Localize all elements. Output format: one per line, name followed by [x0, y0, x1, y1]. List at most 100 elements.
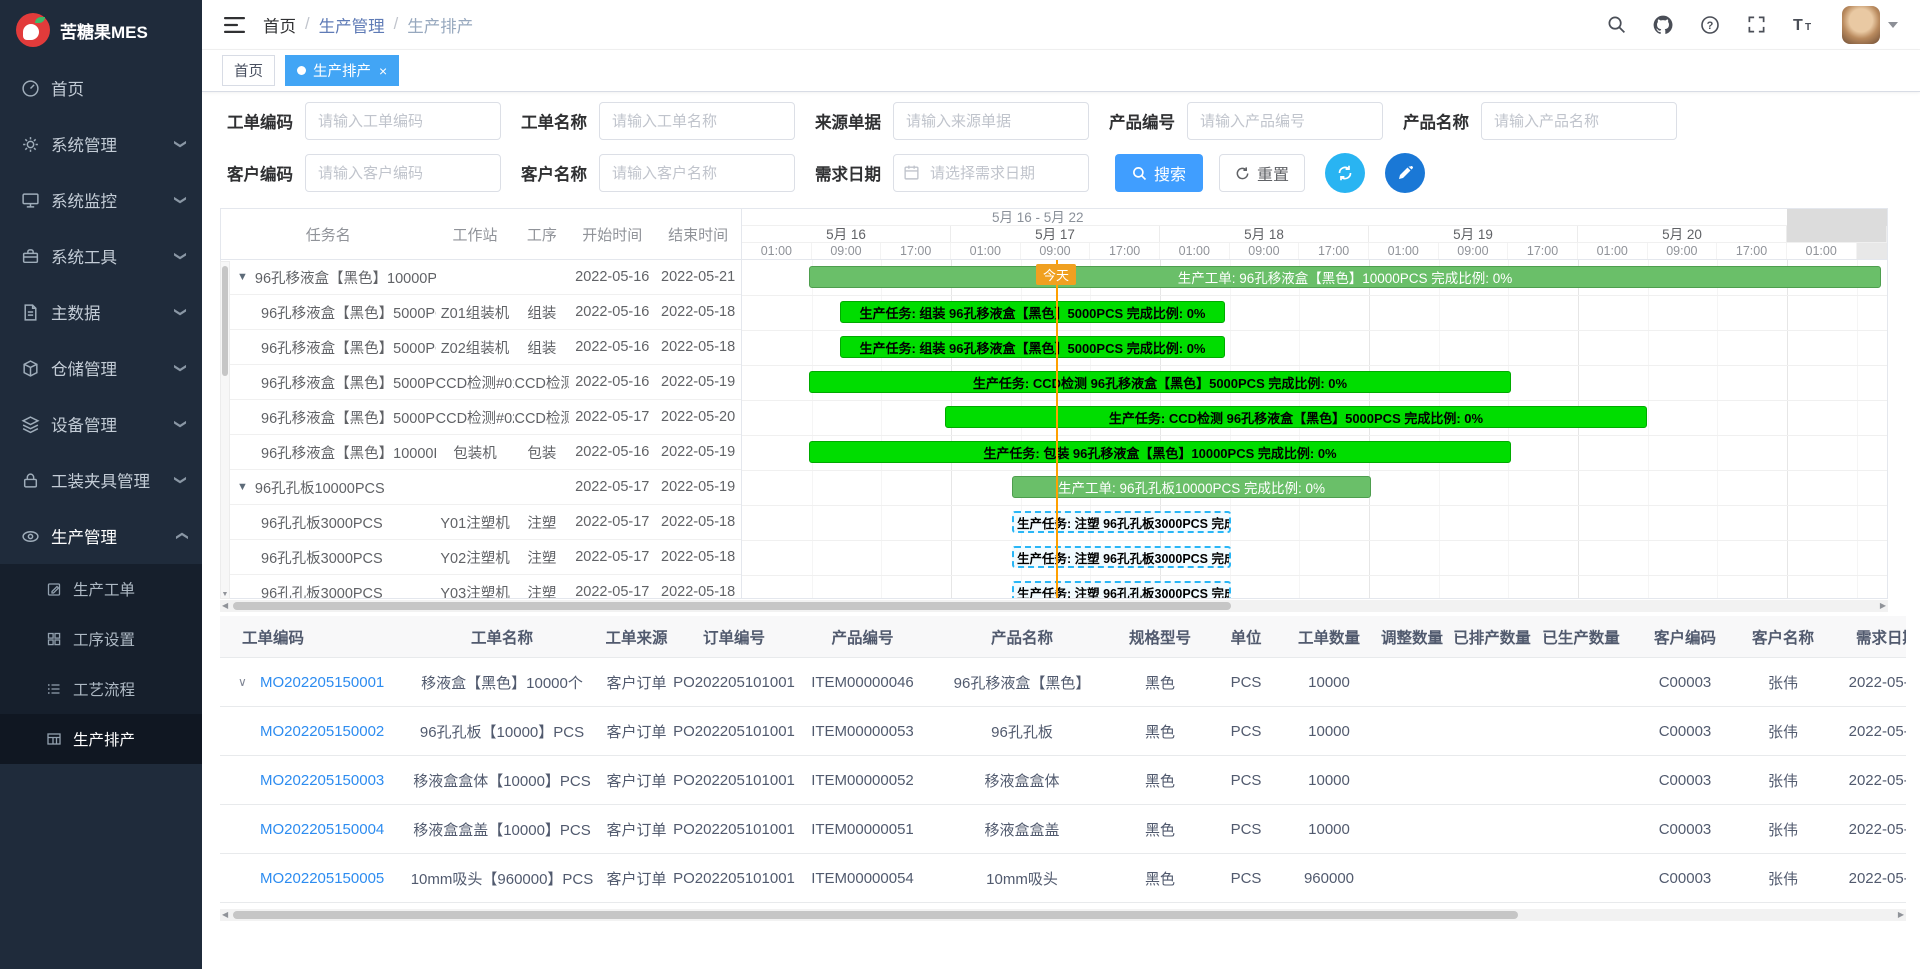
sidebar-item-home[interactable]: 首页	[0, 60, 202, 116]
worktable-cell: 黑色	[1114, 868, 1206, 889]
gantt-bar[interactable]: 生产工单: 96孔移液盒【黑色】10000PCS 完成比例: 0%	[809, 266, 1881, 288]
sidebar-item-system-tools[interactable]: 系统工具 ❯	[0, 228, 202, 284]
sidebar-item-production[interactable]: 生产管理 ❯	[0, 508, 202, 564]
sidebar-toggle-icon[interactable]	[224, 16, 245, 34]
gantt-task-row[interactable]: 96孔移液盒【黑色】5000PCSCCD检测#02CCD检测2022-05-17…	[221, 400, 741, 435]
product-code-input[interactable]	[1187, 102, 1383, 140]
worktable-column-header: 客户编码	[1630, 626, 1740, 648]
work-order-link[interactable]: MO202205150003	[260, 772, 384, 789]
worktable-cell: 黑色	[1114, 672, 1206, 693]
work-order-link[interactable]: MO202205150005	[260, 870, 384, 887]
scroll-right-icon[interactable]: ▶	[1898, 910, 1904, 919]
gantt-bar[interactable]: 生产工单: 96孔孔板10000PCS 完成比例: 0%	[1012, 476, 1371, 498]
submenu-item-process-flow[interactable]: 工艺流程	[0, 664, 202, 714]
work-order-link[interactable]: MO202205150001	[260, 674, 384, 691]
worktable-column-header: 客户名称	[1740, 626, 1826, 648]
scrollbar-thumb[interactable]	[222, 266, 228, 376]
gantt-timeline: 5月 16 - 5月 22 5月 165月 175月 185月 195月 20 …	[742, 209, 1887, 598]
filter-label: 产品名称	[1403, 109, 1469, 133]
reset-button[interactable]: 重置	[1219, 154, 1305, 192]
customer-code-input[interactable]	[305, 154, 501, 192]
worktable-row[interactable]: MO20220515000296孔孔板【10000】PCS客户订单PO20220…	[220, 707, 1906, 756]
scrollbar-thumb[interactable]	[233, 911, 1518, 919]
font-size-icon[interactable]: TT	[1793, 15, 1815, 34]
gantt-left-body: ▼96孔移液盒【黑色】10000PCS2022-05-162022-05-219…	[221, 260, 741, 598]
gantt-range-label: 5月 16 - 5月 22	[742, 209, 1887, 226]
refresh-gantt-button[interactable]	[1325, 153, 1365, 193]
document-icon	[20, 302, 40, 322]
gantt-bar[interactable]: 生产任务: 包装 96孔移液盒【黑色】10000PCS 完成比例: 0%	[809, 441, 1511, 463]
submenu-item-process-settings[interactable]: 工序设置	[0, 614, 202, 664]
gantt-bar[interactable]: 生产任务: 注塑 96孔孔板3000PCS 完成比例: 0%	[1012, 581, 1231, 598]
sidebar-item-warehouse[interactable]: 仓储管理 ❯	[0, 340, 202, 396]
gantt-bar[interactable]: 生产任务: 注塑 96孔孔板3000PCS 完成比例: 0%	[1012, 511, 1231, 533]
gantt-task-row[interactable]: 96孔移液盒【黑色】5000PCSZ02组装机组装2022-05-162022-…	[221, 330, 741, 365]
gantt-tick-label: 09:00	[812, 243, 882, 259]
gantt-tick-label: 01:00	[1160, 243, 1230, 259]
sidebar-item-equipment[interactable]: 设备管理 ❯	[0, 396, 202, 452]
table-horizontal-scrollbar[interactable]: ◀ ▶	[220, 909, 1906, 921]
search-icon[interactable]	[1607, 15, 1626, 34]
fullscreen-icon[interactable]	[1747, 15, 1766, 34]
task-end-time: 2022-05-21	[655, 269, 741, 285]
gantt-bar[interactable]: 生产任务: 组装 96孔移液盒【黑色】5000PCS 完成比例: 0%	[840, 336, 1225, 358]
grid-line	[1369, 260, 1370, 598]
submenu-item-production-scheduling[interactable]: 生产排产	[0, 714, 202, 764]
row-expand-icon[interactable]: ∨	[238, 675, 247, 689]
search-button[interactable]: 搜索	[1115, 154, 1203, 192]
gantt-task-row[interactable]: 96孔移液盒【黑色】10000PCS包装机包装2022-05-162022-05…	[221, 435, 741, 470]
customer-name-input[interactable]	[599, 154, 795, 192]
edit-button[interactable]	[1385, 153, 1425, 193]
sidebar-item-fixture[interactable]: 工装夹具管理 ❯	[0, 452, 202, 508]
scroll-down-icon[interactable]: ▼	[221, 591, 229, 598]
sidebar-item-system-management[interactable]: 系统管理 ❯	[0, 116, 202, 172]
gantt-task-row[interactable]: 96孔移液盒【黑色】5000PCSZ01组装机组装2022-05-162022-…	[221, 295, 741, 330]
submenu-item-work-order[interactable]: 生产工单	[0, 564, 202, 614]
worktable-row[interactable]: MO202205150003移液盒盒体【10000】PCS客户订单PO20220…	[220, 756, 1906, 805]
collapse-icon[interactable]: ▼	[237, 271, 248, 283]
gantt-horizontal-scrollbar[interactable]: ◀ ▶	[220, 600, 1888, 612]
close-icon[interactable]: ×	[379, 64, 387, 78]
worktable-row[interactable]: MO20220515000510mm吸头【960000】PCS客户订单PO202…	[220, 854, 1906, 903]
worktable-column-header: 工单来源	[600, 626, 673, 648]
scroll-right-icon[interactable]: ▶	[1880, 601, 1886, 610]
gantt-task-row[interactable]: ▼96孔孔板10000PCS2022-05-172022-05-19	[221, 470, 741, 505]
demand-date-input[interactable]	[893, 154, 1089, 192]
gantt-task-row[interactable]: 96孔孔板3000PCSY03注塑机注塑2022-05-172022-05-18	[221, 575, 741, 598]
sidebar-item-system-monitor[interactable]: 系统监控 ❯	[0, 172, 202, 228]
worktable-cell: 客户订单	[600, 721, 673, 742]
edit-square-icon	[46, 581, 63, 598]
sidebar-item-master-data[interactable]: 主数据 ❯	[0, 284, 202, 340]
gantt-task-row[interactable]: 96孔孔板3000PCSY01注塑机注塑2022-05-172022-05-18	[221, 505, 741, 540]
scroll-left-icon[interactable]: ◀	[222, 910, 228, 919]
user-menu[interactable]	[1842, 6, 1898, 44]
breadcrumb-production[interactable]: 生产管理	[319, 13, 385, 37]
worktable-cell: 黑色	[1114, 721, 1206, 742]
gantt-bar[interactable]: 生产任务: CCD检测 96孔移液盒【黑色】5000PCS 完成比例: 0%	[809, 371, 1511, 393]
tab-production-scheduling[interactable]: 生产排产 ×	[285, 55, 399, 86]
tab-home[interactable]: 首页	[222, 55, 275, 86]
work-order-name-input[interactable]	[599, 102, 795, 140]
gantt-task-row[interactable]: ▼96孔移液盒【黑色】10000PCS2022-05-162022-05-21	[221, 260, 741, 295]
collapse-icon[interactable]: ▼	[237, 481, 248, 493]
gantt-task-row[interactable]: 96孔移液盒【黑色】5000PCSCCD检测#01CCD检测2022-05-16…	[221, 365, 741, 400]
work-order-link[interactable]: MO202205150002	[260, 723, 384, 740]
gantt-bar[interactable]: 生产任务: 组装 96孔移液盒【黑色】5000PCS 完成比例: 0%	[840, 301, 1225, 323]
gantt-task-row[interactable]: 96孔孔板3000PCSY02注塑机注塑2022-05-172022-05-18	[221, 540, 741, 575]
breadcrumb-home[interactable]: 首页	[263, 13, 296, 37]
work-order-code-input[interactable]	[305, 102, 501, 140]
worktable-row[interactable]: MO202205150004移液盒盒盖【10000】PCS客户订单PO20220…	[220, 805, 1906, 854]
gantt-bar[interactable]: 生产任务: 注塑 96孔孔板3000PCS 完成比例: 0%	[1012, 546, 1231, 568]
help-icon[interactable]: ?	[1700, 15, 1720, 35]
avatar[interactable]	[1842, 6, 1880, 44]
worktable-row[interactable]: ∨MO202205150001移液盒【黑色】10000个客户订单PO202205…	[220, 658, 1906, 707]
github-icon[interactable]	[1653, 15, 1673, 35]
product-name-input[interactable]	[1481, 102, 1677, 140]
source-doc-input[interactable]	[893, 102, 1089, 140]
gantt-tick-label: 17:00	[1508, 243, 1578, 259]
gantt-vertical-scrollbar[interactable]: ▼	[220, 261, 230, 599]
scrollbar-thumb[interactable]	[233, 602, 1231, 610]
work-order-link[interactable]: MO202205150004	[260, 821, 384, 838]
gantt-bar[interactable]: 生产任务: CCD检测 96孔移液盒【黑色】5000PCS 完成比例: 0%	[945, 406, 1647, 428]
scroll-left-icon[interactable]: ◀	[222, 601, 228, 610]
